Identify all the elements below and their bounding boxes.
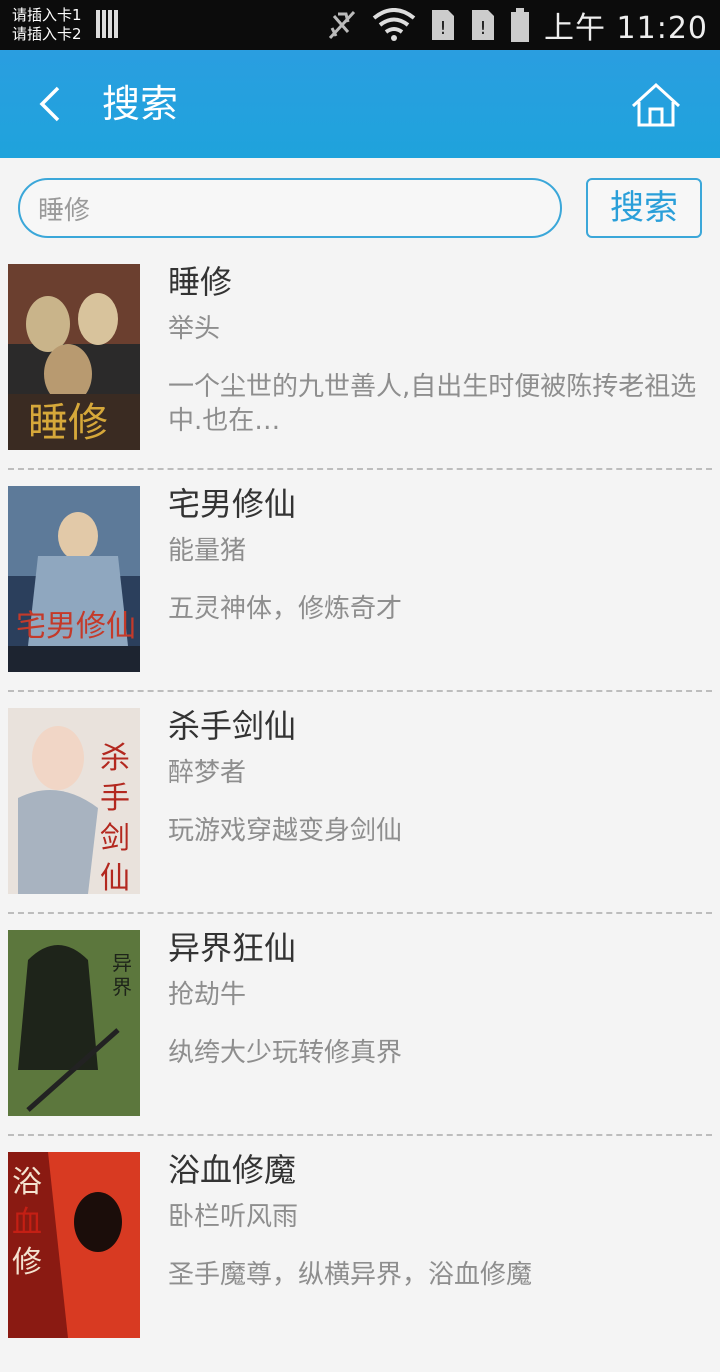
book-description: 一个尘世的九世善人,自出生时便被陈抟老祖选中.也在… bbox=[168, 372, 697, 436]
book-cover: 睡修 bbox=[8, 264, 140, 450]
book-description: 玩游戏穿越变身剑仙 bbox=[168, 816, 403, 846]
book-description: 纨绔大少玩转修真界 bbox=[168, 1038, 403, 1068]
book-title: 杀手剑仙 bbox=[168, 707, 297, 745]
list-item[interactable]: 杀 手 剑 仙 杀手剑仙 醉梦者 玩游戏穿越变身剑仙 bbox=[0, 706, 720, 928]
list-item[interactable]: 浴 血 修 浴血修魔 卧栏听风雨 圣手魔尊，纵横异界，浴血修魔 bbox=[0, 1150, 720, 1372]
status-icons: ! ! 上午 11:20 bbox=[326, 0, 708, 50]
book-cover: 异 界 bbox=[8, 930, 140, 1116]
home-button[interactable] bbox=[630, 82, 682, 128]
svg-text:!: ! bbox=[439, 18, 446, 39]
wifi-icon bbox=[372, 8, 416, 41]
divider bbox=[8, 468, 712, 470]
clock: 上午 11:20 bbox=[544, 11, 708, 46]
home-icon bbox=[631, 82, 681, 127]
list-item[interactable]: 睡修 睡修 举头 一个尘世的九世善人,自出生时便被陈抟老祖选中.也在… bbox=[0, 262, 720, 484]
vibrate-off-icon bbox=[328, 10, 356, 40]
book-title: 异界狂仙 bbox=[168, 929, 297, 967]
book-description: 圣手魔尊，纵横异界，浴血修魔 bbox=[168, 1260, 533, 1290]
app-header: 搜索 bbox=[0, 50, 720, 158]
book-list: 睡修 睡修 举头 一个尘世的九世善人,自出生时便被陈抟老祖选中.也在… 宅男修仙… bbox=[0, 262, 720, 1372]
svg-text:修: 修 bbox=[12, 1245, 42, 1280]
list-item[interactable]: 宅男修仙 宅男修仙 能量猪 五灵神体，修炼奇才 bbox=[0, 484, 720, 706]
book-author: 卧栏听风雨 bbox=[168, 1202, 299, 1232]
book-description: 五灵神体，修炼奇才 bbox=[168, 594, 403, 624]
svg-text:剑: 剑 bbox=[100, 821, 130, 856]
svg-text:血: 血 bbox=[12, 1205, 42, 1240]
svg-text:杀: 杀 bbox=[100, 741, 130, 776]
back-button[interactable] bbox=[30, 80, 70, 128]
status-bar: 请插入卡1 请插入卡2 ! ! 上午 11:20 bbox=[0, 0, 720, 50]
search-input[interactable] bbox=[18, 178, 562, 238]
sim-card-1-icon: ! bbox=[432, 10, 454, 40]
sim-status: 请插入卡1 请插入卡2 bbox=[12, 6, 82, 44]
book-cover: 宅男修仙 bbox=[8, 486, 140, 672]
svg-text:界: 界 bbox=[112, 975, 132, 999]
signal-bars-icon bbox=[96, 10, 122, 40]
book-title: 睡修 bbox=[168, 263, 233, 301]
list-item[interactable]: 异 界 异界狂仙 抢劫牛 纨绔大少玩转修真界 bbox=[0, 928, 720, 1150]
book-title: 浴血修魔 bbox=[168, 1151, 297, 1189]
search-button[interactable]: 搜索 bbox=[586, 178, 702, 238]
svg-text:浴: 浴 bbox=[12, 1165, 42, 1200]
book-author: 抢劫牛 bbox=[168, 980, 247, 1010]
divider bbox=[8, 690, 712, 692]
sim1-label: 请插入卡1 bbox=[12, 6, 82, 24]
book-title: 宅男修仙 bbox=[168, 485, 297, 523]
book-author: 醉梦者 bbox=[168, 758, 247, 788]
chevron-left-icon bbox=[39, 86, 60, 122]
svg-text:手: 手 bbox=[100, 781, 130, 816]
svg-text:宅男修仙: 宅男修仙 bbox=[16, 609, 136, 644]
book-author: 能量猪 bbox=[168, 536, 247, 566]
svg-text:异: 异 bbox=[112, 951, 132, 975]
svg-text:仙: 仙 bbox=[100, 861, 130, 894]
sim-card-2-icon: ! bbox=[472, 10, 494, 40]
divider bbox=[8, 912, 712, 914]
book-cover: 杀 手 剑 仙 bbox=[8, 708, 140, 894]
battery-icon bbox=[511, 8, 529, 42]
svg-text:睡修: 睡修 bbox=[28, 400, 108, 446]
book-author: 举头 bbox=[168, 314, 221, 344]
book-cover: 浴 血 修 bbox=[8, 1152, 140, 1338]
page-title: 搜索 bbox=[102, 82, 179, 126]
sim2-label: 请插入卡2 bbox=[12, 25, 82, 43]
svg-text:!: ! bbox=[479, 18, 486, 39]
divider bbox=[8, 1134, 712, 1136]
